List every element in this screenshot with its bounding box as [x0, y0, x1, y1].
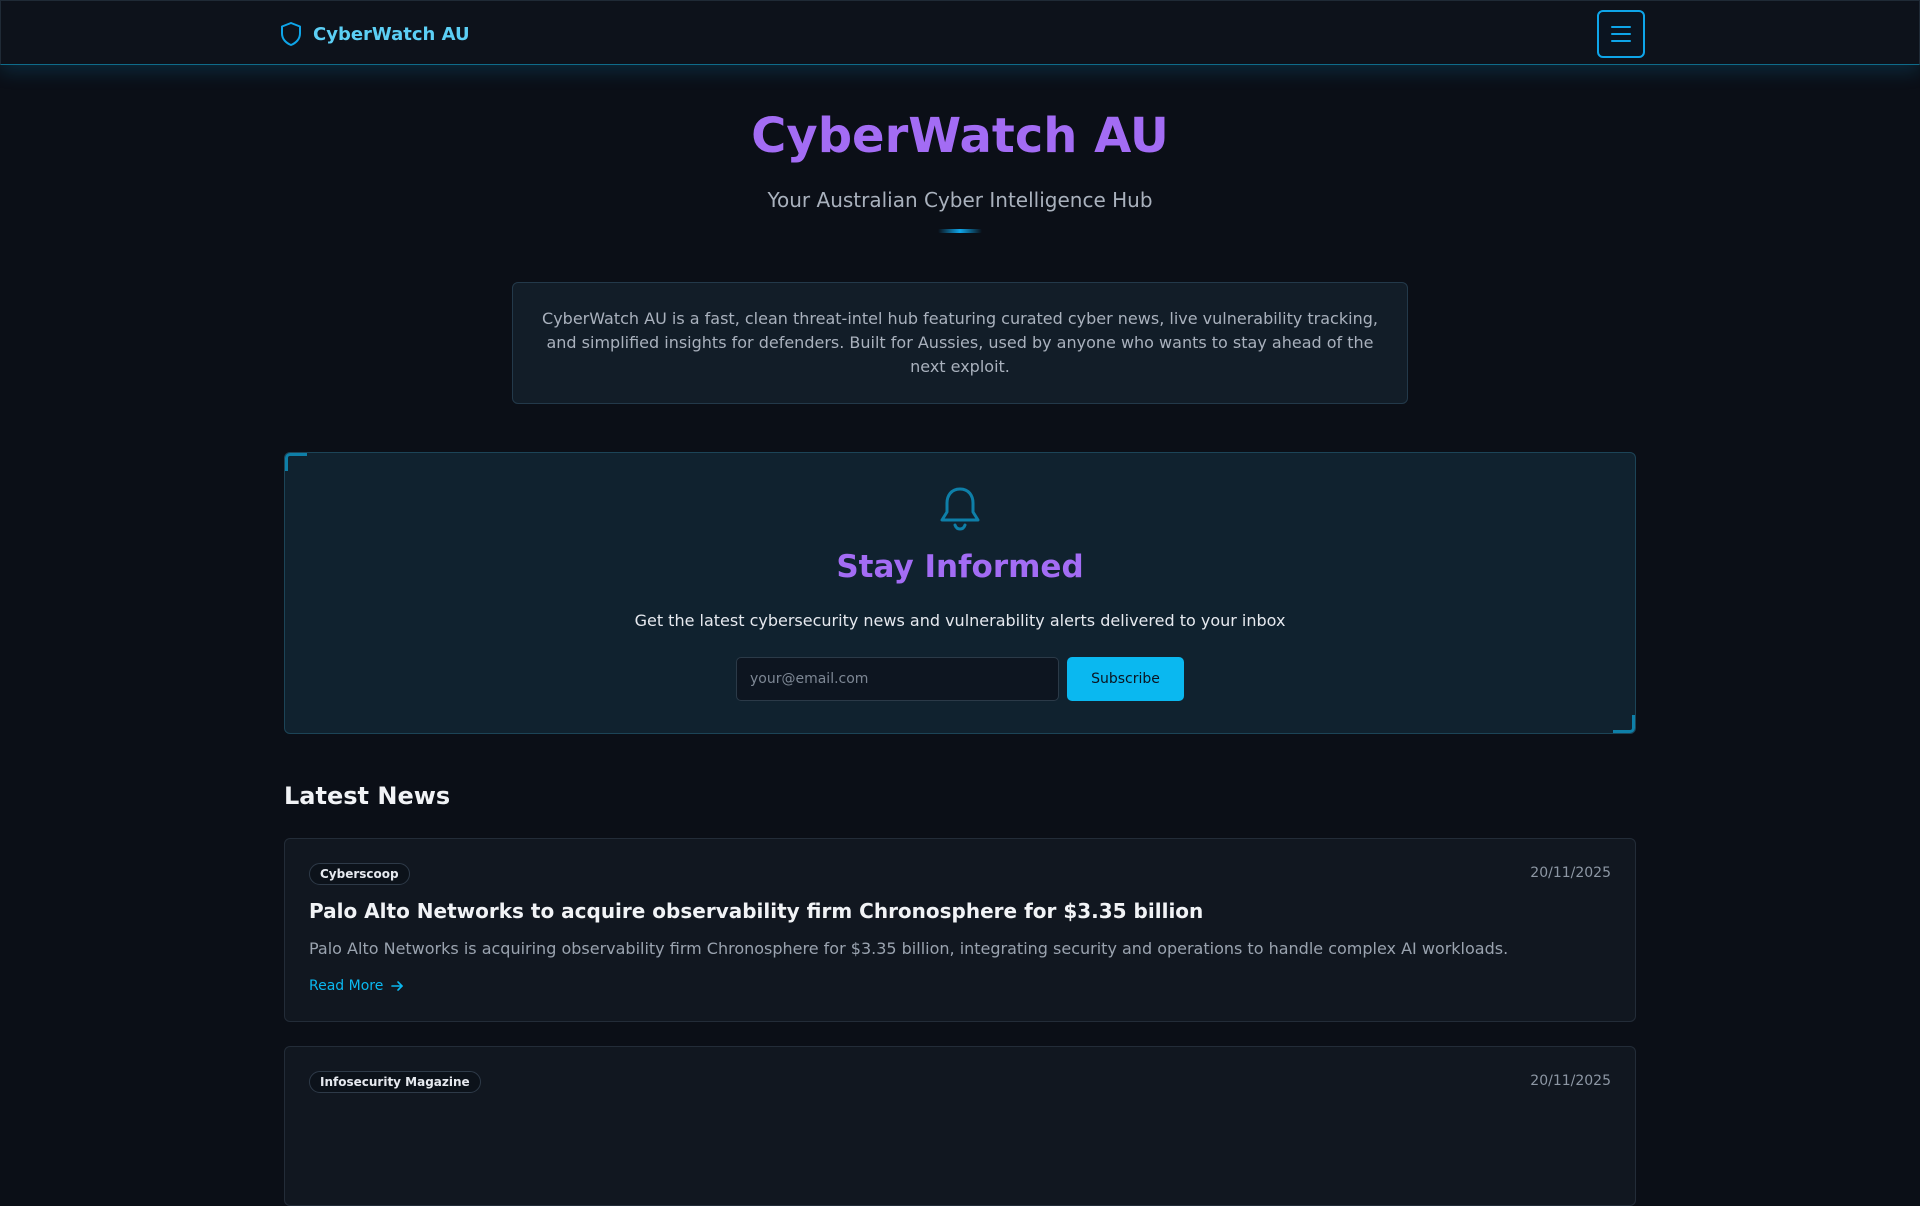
- email-input[interactable]: [736, 657, 1059, 701]
- hero-divider: [938, 229, 982, 233]
- corner-accent-bottom-right: [1613, 715, 1635, 733]
- brand-link[interactable]: CyberWatch AU: [279, 21, 470, 47]
- hero-subtitle: Your Australian Cyber Intelligence Hub: [767, 188, 1153, 212]
- corner-accent-top-left: [285, 453, 307, 471]
- hamburger-menu-icon: [1611, 26, 1631, 42]
- source-badge: Infosecurity Magazine: [309, 1071, 481, 1093]
- bell-icon: [940, 487, 980, 531]
- shield-icon: [281, 22, 301, 46]
- subscribe-panel: Stay Informed Get the latest cybersecuri…: [284, 452, 1636, 734]
- top-navbar: CyberWatch AU: [0, 0, 1920, 65]
- hero-title: CyberWatch AU: [751, 108, 1169, 164]
- news-title[interactable]: Palo Alto Networks to acquire observabil…: [309, 899, 1203, 923]
- read-more-label: Read More: [309, 978, 384, 994]
- news-summary: Palo Alto Networks is acquiring observab…: [309, 939, 1509, 958]
- subscribe-description: Get the latest cybersecurity news and vu…: [634, 611, 1286, 630]
- news-date: 20/11/2025: [1530, 865, 1611, 881]
- news-card: Cyberscoop 20/11/2025 Palo Alto Networks…: [284, 838, 1636, 1022]
- brand-name: CyberWatch AU: [313, 23, 470, 45]
- about-text: CyberWatch AU is a fast, clean threat-in…: [542, 309, 1378, 376]
- about-box: CyberWatch AU is a fast, clean threat-in…: [512, 282, 1408, 404]
- arrow-right-icon: [391, 981, 404, 991]
- subscribe-title: Stay Informed: [836, 549, 1084, 585]
- source-badge: Cyberscoop: [309, 863, 410, 885]
- read-more-link[interactable]: Read More: [309, 978, 405, 994]
- news-date: 20/11/2025: [1530, 1073, 1611, 1089]
- latest-news-heading: Latest News: [284, 782, 451, 810]
- menu-button[interactable]: [1597, 10, 1645, 58]
- news-card: Infosecurity Magazine 20/11/2025: [284, 1046, 1636, 1206]
- subscribe-button[interactable]: Subscribe: [1067, 657, 1184, 701]
